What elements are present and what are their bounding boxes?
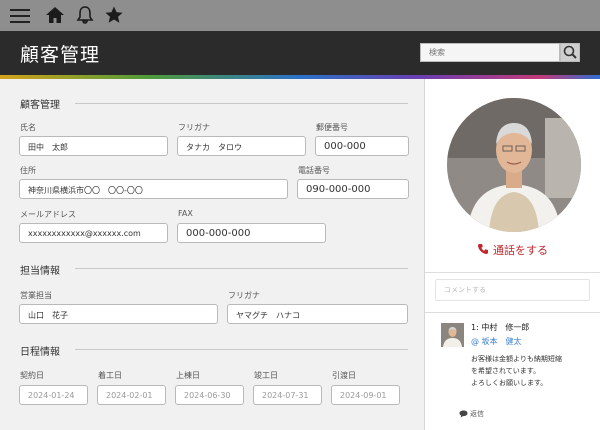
contract-date-label: 契約日: [20, 371, 44, 380]
framing-date-field[interactable]: 2024-06-30: [175, 385, 244, 405]
sales-rep-field[interactable]: 山口 花子: [19, 304, 218, 324]
construction-start-field[interactable]: 2024-02-01: [97, 385, 166, 405]
furigana-label: フリガナ: [178, 123, 210, 132]
comment-author: 1: 中村 修一郎: [471, 323, 530, 332]
staff-furigana-field[interactable]: ヤマグチ ハナコ: [227, 304, 408, 324]
postal-code-field[interactable]: 000-000: [315, 136, 409, 156]
framing-date-label: 上棟日: [176, 371, 200, 380]
comment-text-line: を希望されています。: [471, 367, 541, 375]
reply-label: 返信: [470, 410, 484, 418]
bell-icon[interactable]: [75, 5, 97, 25]
sales-rep-label: 営業担当: [20, 291, 52, 300]
speech-bubble-icon: [459, 410, 468, 418]
hamburger-menu-icon[interactable]: [9, 5, 31, 25]
comment-text-line: お客様は金額よりも納期短縮: [471, 355, 562, 363]
customer-sidebar: 通話をする コメントする 1: 中村 修一郎 @ 坂本 健太 お客様は金額よりも…: [424, 79, 600, 430]
section-title-customer: 顧客管理: [20, 100, 60, 111]
section-title-schedule: 日程情報: [20, 347, 60, 358]
name-field[interactable]: 田中 太郎: [19, 136, 168, 156]
handover-date-field[interactable]: 2024-09-01: [331, 385, 400, 405]
construction-start-label: 着工日: [98, 371, 122, 380]
email-field[interactable]: xxxxxxxxxxxx@xxxxxx.com: [19, 223, 168, 243]
commenter-avatar: [441, 323, 464, 347]
divider: [75, 268, 408, 269]
divider: [75, 103, 408, 104]
comment-input[interactable]: コメントする: [435, 279, 590, 301]
divider: [75, 349, 408, 350]
comment-mention[interactable]: @ 坂本 健太: [471, 336, 522, 347]
address-label: 住所: [20, 166, 36, 175]
star-icon[interactable]: [104, 5, 126, 25]
page-title: 顧客管理: [20, 44, 101, 66]
divider: [425, 272, 600, 273]
phone-label: 電話番号: [298, 166, 330, 175]
top-toolbar: [0, 0, 600, 31]
fax-field[interactable]: 000-000-000: [177, 223, 326, 243]
comment-text-line: よろしくお願いします。: [471, 379, 548, 387]
section-title-staff: 担当情報: [20, 266, 60, 277]
name-label: 氏名: [20, 123, 36, 132]
call-label: 通話をする: [493, 244, 548, 257]
fax-label: FAX: [178, 209, 193, 218]
furigana-field[interactable]: タナカ タロウ: [177, 136, 306, 156]
contract-date-field[interactable]: 2024-01-24: [19, 385, 88, 405]
email-label: メールアドレス: [20, 210, 76, 219]
address-field[interactable]: 神奈川県横浜市〇〇 〇〇-〇〇: [19, 179, 288, 199]
divider: [425, 312, 600, 313]
home-icon[interactable]: [45, 5, 67, 25]
postal-code-label: 郵便番号: [316, 123, 348, 132]
completion-date-field[interactable]: 2024-07-31: [253, 385, 322, 405]
customer-form: 顧客管理 氏名 田中 太郎 フリガナ タナカ タロウ 郵便番号 000-000 …: [0, 79, 424, 430]
page-header: 顧客管理: [0, 31, 600, 75]
search-input[interactable]: [420, 43, 560, 62]
staff-furigana-label: フリガナ: [228, 291, 260, 300]
customer-photo: [447, 98, 581, 232]
search-icon: [563, 45, 577, 59]
handover-date-label: 引渡日: [332, 371, 356, 380]
search-button[interactable]: [560, 43, 580, 62]
phone-field[interactable]: 090-000-000: [297, 179, 409, 199]
phone-icon: [478, 244, 488, 254]
completion-date-label: 竣工日: [254, 371, 278, 380]
